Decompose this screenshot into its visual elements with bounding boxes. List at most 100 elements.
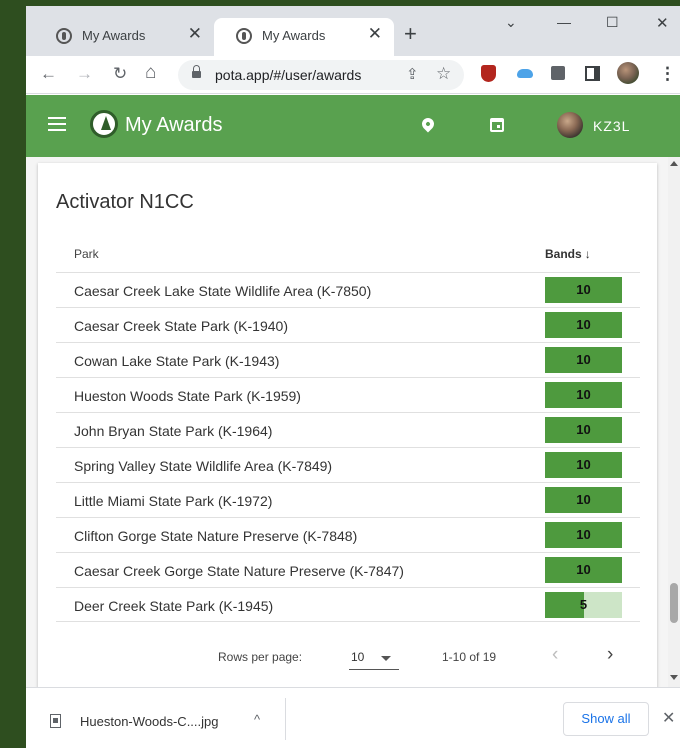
new-tab-button[interactable]: + (404, 21, 417, 47)
download-filename[interactable]: Hueston-Woods-C....jpg (80, 714, 219, 729)
card-title: Activator N1CC (56, 191, 194, 213)
pota-logo[interactable] (90, 110, 118, 138)
tab-close-icon[interactable]: ✕ (368, 24, 382, 44)
tab-search-icon[interactable]: ⌄ (505, 14, 517, 31)
park-name: Caesar Creek Lake State Wildlife Area (K… (74, 283, 372, 299)
awards-card: Activator N1CC Park Bands ↓ Caesar Creek … (38, 163, 657, 693)
dropdown-caret-icon (381, 656, 391, 661)
bands-bar: 10 (545, 312, 622, 338)
bands-bar: 5 (545, 592, 622, 618)
rows-per-page-select[interactable]: 10 (349, 646, 399, 670)
puzzle-icon[interactable] (551, 66, 565, 80)
table-row: Caesar Creek Gorge State Nature Preserve… (56, 552, 640, 587)
bands-value: 10 (576, 422, 591, 437)
park-name: Caesar Creek State Park (K-1940) (74, 318, 288, 334)
close-download-bar-icon[interactable]: ✕ (662, 708, 675, 728)
pagination-range: 1-10 of 19 (442, 650, 497, 664)
browser-toolbar: ← → ↻ ⌂ pota.app/#/user/awards ⇪ ☆ ⋮ (26, 56, 680, 94)
bands-bar: 10 (545, 417, 622, 443)
address-bar[interactable]: pota.app/#/user/awards ⇪ ☆ (178, 60, 464, 90)
close-window-button[interactable]: ✕ (656, 14, 669, 32)
ublock-icon[interactable] (481, 65, 496, 82)
bands-bar: 10 (545, 452, 622, 478)
image-file-icon (50, 714, 61, 728)
download-options-icon[interactable]: ^ (254, 712, 260, 727)
profile-icon[interactable] (617, 62, 639, 84)
lock-icon[interactable] (192, 65, 201, 80)
sidepanel-icon[interactable] (585, 66, 600, 81)
bands-value: 10 (576, 492, 591, 507)
bands-bar: 10 (545, 277, 622, 303)
maximize-button[interactable]: ☐ (606, 14, 619, 31)
calendar-icon[interactable] (490, 118, 504, 132)
bands-value: 10 (576, 527, 591, 542)
download-bar: Hueston-Woods-C....jpg ^ Show all ✕ (26, 687, 680, 748)
park-name: Little Miami State Park (K-1972) (74, 493, 273, 509)
next-page-button[interactable]: › (607, 644, 613, 666)
park-name: Cowan Lake State Park (K-1943) (74, 353, 280, 369)
reload-button[interactable]: ↻ (113, 64, 127, 84)
minimize-button[interactable]: — (557, 14, 571, 30)
tab-title: My Awards (262, 28, 326, 43)
park-name: Spring Valley State Wildlife Area (K-784… (74, 458, 333, 474)
bands-value: 10 (576, 352, 591, 367)
avatar[interactable] (557, 112, 583, 138)
table-row: Spring Valley State Wildlife Area (K-784… (56, 447, 640, 482)
tab-strip: My Awards ✕ My Awards ✕ + ⌄ — ☐ ✕ (26, 6, 680, 56)
show-all-button[interactable]: Show all (563, 702, 649, 736)
bands-bar: 10 (545, 557, 622, 583)
pota-favicon-icon (56, 28, 72, 44)
url-text[interactable]: pota.app/#/user/awards (215, 67, 361, 83)
table-row: Little Miami State Park (K-1972) 10 (56, 482, 640, 517)
bands-bar: 10 (545, 487, 622, 513)
table-row: John Bryan State Park (K-1964) 10 (56, 412, 640, 447)
bands-bar: 10 (545, 522, 622, 548)
awards-table-body: Caesar Creek Lake State Wildlife Area (K… (56, 272, 640, 622)
forward-button[interactable]: → (76, 64, 93, 84)
app-title: My Awards (125, 114, 223, 136)
bands-bar: 10 (545, 347, 622, 373)
scroll-thumb[interactable] (670, 583, 678, 623)
tab-my-awards-1[interactable]: My Awards ✕ (34, 18, 214, 56)
cloud-icon[interactable] (517, 69, 533, 78)
home-button[interactable]: ⌂ (145, 62, 156, 84)
location-pin-icon[interactable] (419, 115, 437, 133)
column-header-bands[interactable]: Bands ↓ (545, 247, 591, 261)
table-row: Deer Creek State Park (K-1945) 5 (56, 587, 640, 622)
bands-value: 10 (576, 457, 591, 472)
table-row: Caesar Creek Lake State Wildlife Area (K… (56, 272, 640, 307)
column-header-park[interactable]: Park (74, 247, 99, 261)
table-row: Clifton Gorge State Nature Preserve (K-7… (56, 517, 640, 552)
tab-title: My Awards (82, 28, 146, 43)
bands-value: 10 (576, 562, 591, 577)
table-row: Caesar Creek State Park (K-1940) 10 (56, 307, 640, 342)
sort-arrow-down-icon[interactable]: ↓ (585, 247, 591, 261)
tab-my-awards-2[interactable]: My Awards ✕ (214, 18, 394, 56)
rows-per-page-value: 10 (351, 650, 365, 664)
app-bar: My Awards KZ3L (26, 95, 680, 157)
menu-icon[interactable] (48, 117, 66, 131)
table-row: Cowan Lake State Park (K-1943) 10 (56, 342, 640, 377)
table-row: Hueston Woods State Park (K-1959) 10 (56, 377, 640, 412)
tab-close-icon[interactable]: ✕ (188, 24, 202, 44)
rows-per-page-label: Rows per page: (218, 650, 303, 664)
bands-value: 10 (576, 282, 591, 297)
scroll-down-icon[interactable] (670, 675, 678, 680)
username[interactable]: KZ3L (593, 118, 630, 134)
bands-bar: 10 (545, 382, 622, 408)
park-name: Clifton Gorge State Nature Preserve (K-7… (74, 528, 358, 544)
pota-favicon-icon (236, 28, 252, 44)
back-button[interactable]: ← (40, 64, 57, 84)
page-scrollbar[interactable] (668, 157, 680, 687)
scroll-up-icon[interactable] (670, 161, 678, 166)
chrome-menu-icon[interactable]: ⋮ (659, 64, 676, 84)
bookmark-star-icon[interactable]: ☆ (436, 64, 451, 84)
park-name: John Bryan State Park (K-1964) (74, 423, 273, 439)
park-name: Deer Creek State Park (K-1945) (74, 598, 274, 614)
park-name: Hueston Woods State Park (K-1959) (74, 388, 301, 404)
column-header-bands-label: Bands (545, 247, 582, 261)
download-divider (285, 698, 286, 740)
park-name: Caesar Creek Gorge State Nature Preserve… (74, 563, 404, 579)
share-icon[interactable]: ⇪ (406, 65, 419, 83)
prev-page-button[interactable]: ‹ (552, 644, 558, 666)
